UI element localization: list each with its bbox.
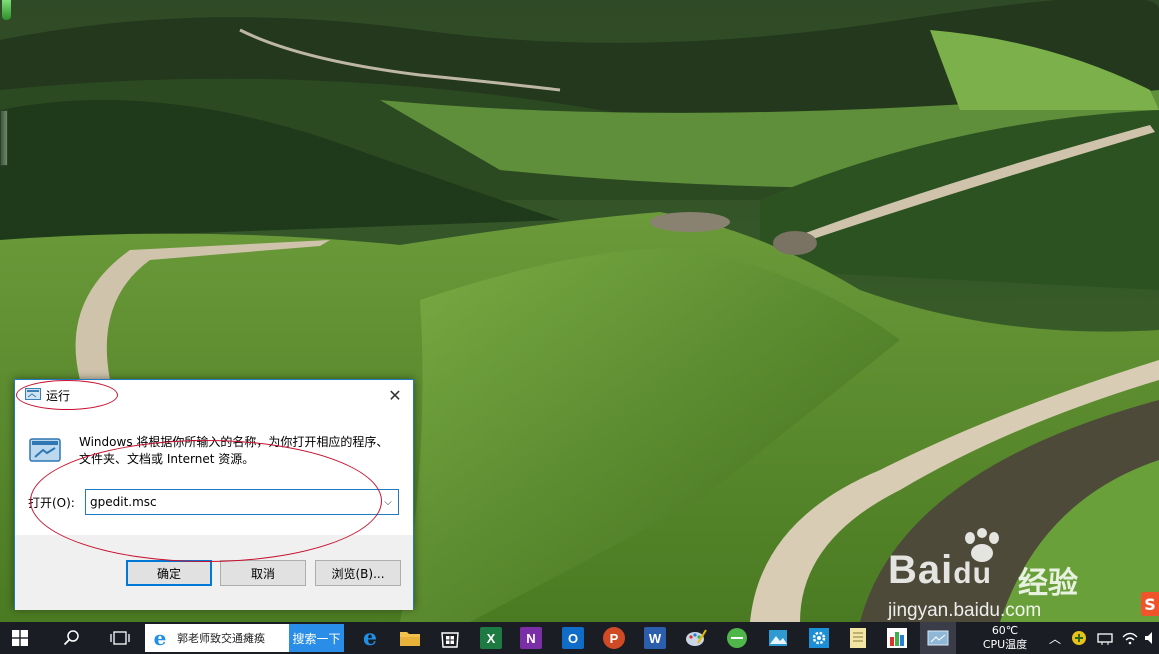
browser-search-text: 郭老师致交通瘫痪 — [177, 632, 265, 645]
taskbar-app-run[interactable] — [920, 622, 956, 654]
plus-circle-icon — [1072, 631, 1086, 645]
run-dialog-titlebar[interactable]: 运行 ✕ — [15, 380, 413, 410]
taskbar-app-notepad[interactable] — [841, 622, 875, 654]
tray-volume[interactable] — [1142, 622, 1159, 654]
taskbar-app-word[interactable]: W — [638, 622, 672, 654]
gear-icon — [809, 628, 829, 648]
taskbar-app-photos[interactable] — [761, 622, 795, 654]
taskbar-app-chart[interactable] — [880, 622, 914, 654]
chevron-up-icon: ︿ — [1048, 631, 1061, 646]
taskbar-app-outlook[interactable]: O — [556, 622, 590, 654]
run-icon — [25, 388, 41, 400]
taskbar-app-green[interactable] — [720, 622, 754, 654]
tray-app-yellow[interactable] — [1068, 622, 1090, 654]
watermark-url: jingyan.baidu.com — [888, 600, 1042, 621]
cpu-temperature[interactable]: 60℃ CPU温度 — [975, 622, 1035, 654]
taskbar-app-onenote[interactable]: N — [514, 622, 548, 654]
open-combobox[interactable]: ⌵ — [85, 489, 399, 515]
task-view-button[interactable] — [104, 622, 136, 654]
outlook-icon: O — [562, 627, 584, 649]
edge-icon: e — [363, 625, 377, 651]
tray-wifi[interactable] — [1120, 622, 1140, 654]
run-dialog-title: 运行 — [46, 389, 71, 403]
browser-search-box[interactable]: e 郭老师致交通瘫痪 — [145, 624, 290, 652]
close-icon: ✕ — [388, 385, 402, 405]
start-button[interactable] — [0, 622, 40, 654]
run-dialog: 运行 ✕ Windows 将根据你所输入的名称，为你打开相应的程序、文件夹、文档… — [14, 379, 414, 610]
folder-icon — [400, 632, 420, 646]
watermark-brand-cn: 经验 — [1018, 566, 1078, 601]
photos-icon — [769, 630, 787, 646]
taskbar-app-settings[interactable] — [802, 622, 836, 654]
taskbar-app-explorer[interactable] — [393, 622, 427, 654]
taskbar: e 郭老师致交通瘫痪 搜索一下 e X N O P W 60℃ CPU温度 ︿ — [0, 622, 1159, 654]
run-program-icon — [29, 438, 61, 462]
windows-logo-icon — [12, 630, 28, 646]
green-circle-icon — [727, 628, 747, 648]
cancel-button[interactable]: 取消 — [220, 560, 306, 586]
cpu-temp-label: CPU温度 — [982, 638, 1028, 651]
search-button[interactable] — [56, 622, 88, 654]
chart-icon — [887, 628, 907, 648]
taskbar-app-paint[interactable] — [679, 622, 713, 654]
word-icon: W — [644, 627, 666, 649]
gadget-sidebar — [0, 110, 8, 166]
run-dialog-footer: 确定 取消 浏览(B)... — [15, 535, 413, 610]
network-adapter-icon — [1097, 633, 1113, 645]
store-icon — [441, 632, 459, 648]
task-view-icon — [110, 631, 130, 645]
taskbar-app-edge[interactable]: e — [353, 622, 387, 654]
baidu-jingyan-watermark: Baidu 经验 jingyan.baidu.com — [888, 528, 1118, 628]
taskbar-app-powerpoint[interactable]: P — [597, 622, 631, 654]
search-icon — [63, 630, 79, 646]
run-dialog-body: Windows 将根据你所输入的名称，为你打开相应的程序、文件夹、文档或 Int… — [15, 410, 413, 535]
chevron-down-icon: ⌵ — [384, 496, 392, 508]
run-description: Windows 将根据你所输入的名称，为你打开相应的程序、文件夹、文档或 Int… — [79, 435, 389, 466]
paint-icon — [686, 629, 707, 646]
taskbar-app-excel[interactable]: X — [474, 622, 508, 654]
powerpoint-icon: P — [603, 627, 625, 649]
onenote-icon: N — [520, 627, 542, 649]
notepad-icon — [850, 628, 866, 648]
taskbar-app-store[interactable] — [433, 622, 467, 654]
cpu-temp-value: 60℃ — [991, 624, 1019, 637]
ie-icon: e — [153, 626, 167, 650]
run-icon — [927, 630, 949, 646]
tray-network-adapter[interactable] — [1094, 622, 1116, 654]
wifi-icon — [1122, 632, 1138, 645]
excel-icon: X — [480, 627, 502, 649]
sogou-corner-badge[interactable]: S — [1141, 592, 1159, 616]
gadget-indicator — [2, 0, 11, 20]
open-input[interactable] — [86, 490, 378, 514]
ok-button[interactable]: 确定 — [126, 560, 212, 586]
open-label: 打开(O): — [28, 496, 75, 510]
browser-search-button[interactable]: 搜索一下 — [289, 624, 344, 652]
speaker-icon — [1144, 632, 1152, 644]
browse-button[interactable]: 浏览(B)... — [315, 560, 401, 586]
close-button[interactable]: ✕ — [377, 380, 413, 410]
watermark-brand: Baidu — [888, 548, 992, 592]
show-hidden-icons-button[interactable]: ︿ — [1046, 622, 1064, 654]
dropdown-button[interactable]: ⌵ — [378, 490, 398, 514]
